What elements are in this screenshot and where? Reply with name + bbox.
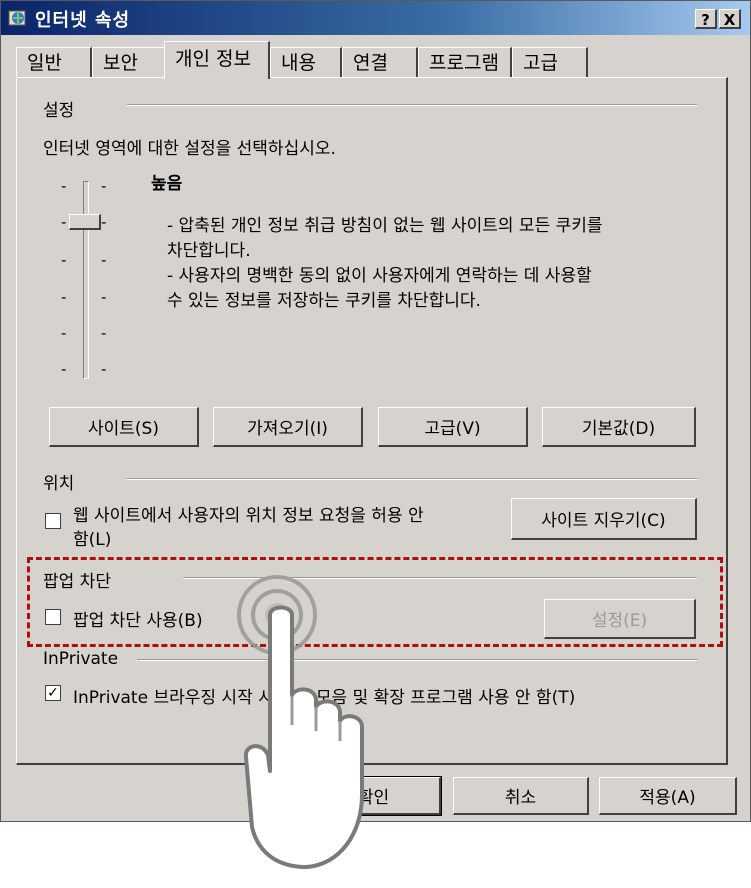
settings-description: 인터넷 영역에 대한 설정을 선택하십시오. xyxy=(43,139,336,159)
tab-programs[interactable]: 프로그램 xyxy=(418,47,512,77)
slider-tick: - xyxy=(101,251,107,269)
privacy-level-desc-line2: 차단합니다. xyxy=(167,241,251,261)
settings-heading: 설정 xyxy=(43,101,75,121)
location-divider xyxy=(127,478,697,480)
tab-general[interactable]: 일반 xyxy=(16,47,92,77)
location-heading: 위치 xyxy=(43,474,75,494)
slider-tick: - xyxy=(101,213,107,231)
slider-tick: - xyxy=(101,360,107,378)
apply-button[interactable]: 적용(A) xyxy=(599,777,737,815)
window-title: 인터넷 속성 xyxy=(35,10,131,31)
slider-tick: - xyxy=(61,288,67,306)
slider-tick: - xyxy=(101,177,107,195)
slider-tick: - xyxy=(101,324,107,342)
settings-divider xyxy=(127,104,697,106)
slider-tick: - xyxy=(61,360,67,378)
location-checkbox-label-line2: 함(L) xyxy=(73,530,112,550)
slider-tick: - xyxy=(61,251,67,269)
slider-tick: - xyxy=(61,213,67,231)
location-checkbox-label-line1: 웹 사이트에서 사용자의 위치 정보 요청을 허용 안 xyxy=(73,506,424,526)
help-button[interactable]: ? xyxy=(695,9,717,29)
privacy-level-desc-line3: - 사용자의 명백한 동의 없이 사용자에게 연락하는 데 사용할 xyxy=(167,266,592,286)
tab-security[interactable]: 보안 xyxy=(92,47,166,77)
tab-advanced[interactable]: 고급 xyxy=(512,47,588,77)
title-bar[interactable]: 인터넷 속성 ? X xyxy=(1,1,750,35)
tab-content[interactable]: 내용 xyxy=(270,47,342,77)
tap-hand-icon xyxy=(237,575,364,869)
privacy-level-title: 높음 xyxy=(151,174,183,194)
tab-privacy[interactable]: 개인 정보 xyxy=(164,41,270,79)
internet-options-icon xyxy=(8,10,26,26)
close-button[interactable]: X xyxy=(719,9,741,29)
popup-blocker-highlight xyxy=(27,557,723,647)
tab-connections[interactable]: 연결 xyxy=(342,47,418,77)
privacy-level-desc-line1: - 압축된 개인 정보 취급 방침이 없는 웹 사이트의 모든 쿠키를 xyxy=(167,216,603,236)
slider-tick: - xyxy=(61,324,67,342)
advanced-button[interactable]: 고급(V) xyxy=(378,407,528,447)
privacy-level-desc-line4: 수 있는 정보를 저장하는 쿠키를 차단합니다. xyxy=(167,291,481,311)
privacy-level-slider-thumb[interactable] xyxy=(69,214,101,230)
slider-tick: - xyxy=(101,288,107,306)
inprivate-checkbox[interactable]: ✓ xyxy=(45,685,61,701)
sites-button[interactable]: 사이트(S) xyxy=(49,407,199,447)
slider-tick: - xyxy=(61,177,67,195)
privacy-level-slider-track[interactable] xyxy=(83,181,89,379)
inprivate-divider xyxy=(137,659,697,661)
cancel-button[interactable]: 취소 xyxy=(453,777,589,815)
default-button[interactable]: 기본값(D) xyxy=(542,407,696,447)
clear-sites-button[interactable]: 사이트 지우기(C) xyxy=(511,498,697,540)
location-checkbox[interactable] xyxy=(45,513,61,529)
internet-options-dialog: 인터넷 속성 ? X 일반 보안 개인 정보 내용 연결 프로그램 고급 설정 … xyxy=(0,0,751,822)
import-button[interactable]: 가져오기(I) xyxy=(213,407,363,447)
inprivate-heading: InPrivate xyxy=(43,649,119,669)
